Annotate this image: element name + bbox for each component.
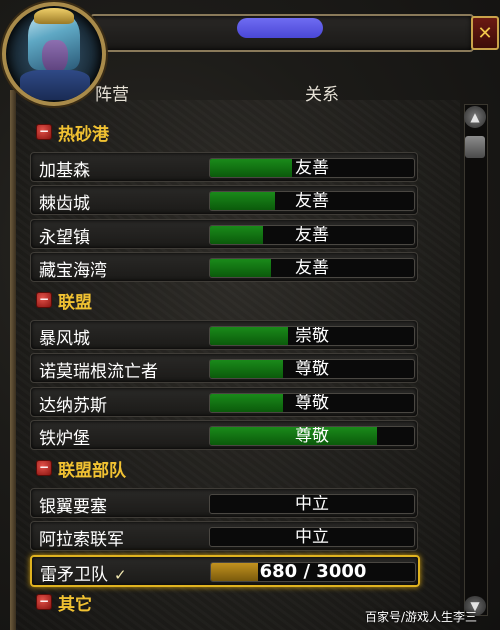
reputation-bar: 友善 — [209, 191, 415, 212]
faction-name: 棘齿城 — [39, 189, 90, 214]
standing-label: 尊敬 — [295, 359, 329, 380]
reputation-bar: 崇敬 — [209, 325, 415, 346]
faction-row[interactable]: 永望镇 友善 — [30, 218, 418, 249]
faction-name: 永望镇 — [39, 223, 90, 248]
faction-name-text: 棘齿城 — [39, 194, 90, 215]
collapse-icon[interactable]: − — [36, 460, 52, 476]
watermark-text: 百家号/游戏人生李三 — [365, 610, 478, 624]
faction-column-header: 阵营 — [95, 85, 129, 105]
group-header[interactable]: − 其它 — [30, 588, 416, 616]
collapse-icon[interactable]: − — [36, 292, 52, 308]
faction-name-text: 达纳苏斯 — [39, 395, 107, 416]
portrait-armor — [20, 70, 90, 100]
reputation-bar: 尊敬 — [209, 426, 415, 447]
collapse-icon[interactable]: − — [36, 124, 52, 140]
portrait-face — [42, 40, 68, 74]
reputation-bar: 友善 — [209, 224, 415, 245]
faction-row[interactable]: 银翼要塞 中立 — [30, 487, 418, 518]
faction-name-text: 铁炉堡 — [39, 429, 90, 450]
faction-name-text: 永望镇 — [39, 227, 90, 248]
faction-row[interactable]: 阿拉索联军 中立 — [30, 521, 418, 552]
standing-label: 崇敬 — [295, 325, 329, 346]
standing-label: 尊敬 — [295, 392, 329, 413]
standing-label: 友善 — [295, 157, 329, 178]
close-button[interactable]: ✕ — [471, 16, 499, 50]
faction-row[interactable]: 诺莫瑞根流亡者 尊敬 — [30, 353, 418, 384]
reputation-bar: 尊敬 — [209, 392, 415, 413]
faction-name: 暴风城 — [39, 324, 90, 349]
collapse-icon[interactable]: − — [36, 594, 52, 611]
standing-label: 友善 — [295, 191, 329, 212]
standing-label: 中立 — [295, 527, 329, 548]
scrollbar-thumb[interactable] — [465, 136, 485, 158]
reputation-bar: 尊敬 — [209, 359, 415, 380]
group-header[interactable]: − 热砂港 — [30, 118, 416, 146]
faction-name-text: 藏宝海湾 — [39, 261, 107, 282]
faction-name-text: 雷矛卫队 — [40, 564, 108, 585]
faction-row[interactable]: 加基森 友善 — [30, 151, 418, 182]
watched-check-icon: ✓ — [114, 565, 127, 584]
group-label: 热砂港 — [58, 125, 109, 145]
faction-name: 加基森 — [39, 156, 90, 181]
faction-row[interactable]: 暴风城 崇敬 — [30, 319, 418, 350]
reputation-bar: 中立 — [209, 493, 415, 514]
group-label: 联盟 — [58, 293, 92, 313]
standing-label: 尊敬 — [295, 426, 329, 447]
faction-name: 诺莫瑞根流亡者 — [39, 357, 158, 382]
faction-name-text: 阿拉索联军 — [39, 530, 124, 551]
title-pill — [237, 18, 323, 38]
scroll-up-icon[interactable]: ▲ — [464, 106, 486, 128]
faction-row[interactable]: 藏宝海湾 友善 — [30, 252, 418, 283]
faction-row[interactable]: 棘齿城 友善 — [30, 185, 418, 216]
faction-name: 阿拉索联军 — [39, 525, 124, 550]
scrollbar-track[interactable] — [464, 104, 488, 616]
faction-row[interactable]: 铁炉堡 尊敬 — [30, 420, 418, 451]
standing-label: 中立 — [295, 493, 329, 514]
relation-column-header: 关系 — [305, 85, 339, 105]
faction-name: 铁炉堡 — [39, 424, 90, 449]
faction-name-text: 银翼要塞 — [39, 496, 107, 517]
faction-name: 藏宝海湾 — [39, 256, 107, 281]
standing-label: 友善 — [295, 224, 329, 245]
group-label: 联盟部队 — [58, 461, 126, 481]
faction-name-text: 暴风城 — [39, 328, 90, 349]
faction-name: 雷矛卫队 ✓ — [40, 560, 127, 585]
reputation-bar: 680 / 3000 — [210, 561, 416, 582]
reputation-bar: 友善 — [209, 157, 415, 178]
frame-left-border — [10, 90, 16, 630]
reputation-bar: 中立 — [209, 527, 415, 548]
group-label: 其它 — [58, 595, 92, 616]
faction-name: 达纳苏斯 — [39, 391, 107, 416]
faction-name-text: 诺莫瑞根流亡者 — [39, 362, 158, 383]
faction-name-text: 加基森 — [39, 160, 90, 181]
group-header[interactable]: − 联盟 — [30, 286, 416, 314]
group-header[interactable]: − 联盟部队 — [30, 454, 416, 482]
faction-row[interactable]: 雷矛卫队 ✓ 680 / 3000 — [30, 554, 420, 587]
portrait-crown — [34, 8, 74, 24]
character-portrait — [2, 2, 106, 106]
reputation-bar: 友善 — [209, 258, 415, 279]
standing-label: 友善 — [295, 258, 329, 279]
faction-name: 银翼要塞 — [39, 492, 107, 517]
standing-label: 680 / 3000 — [259, 561, 367, 582]
faction-row[interactable]: 达纳苏斯 尊敬 — [30, 386, 418, 417]
